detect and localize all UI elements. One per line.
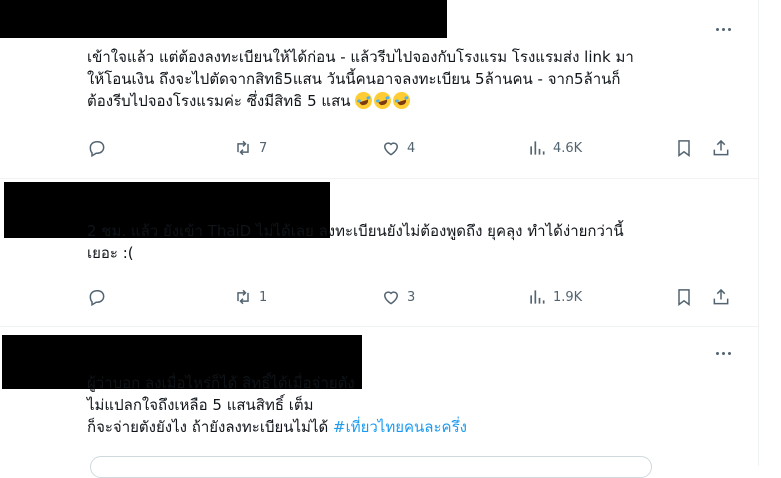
tweet-text-segment: ต้องรีบไปจองโรงแรมค่ะ ซึ่งมีสิทธิ 5 แสน [87,92,356,110]
more-horizontal-icon [715,351,719,355]
tweet-text: 2 ชม. แล้ว ยังเข้า ThaiD ไม่ได้เลย ลงทะเ… [87,220,737,264]
tweet-text: ผู้ว่าบอก ลงเมื่อไหร่ก็ได้ สิทธิ์ได้เมื่… [87,372,737,438]
views-bar-chart-icon [530,141,545,155]
like-count: 4 [407,140,416,156]
rolling-on-floor-laughing-emoji [372,89,394,112]
tweet-divider [0,326,758,327]
repost-icon [237,140,249,156]
tweet-text-line: ก็จะจ่ายตังยังไง ถ้ายังลงทะเบียนไม่ได้ #… [87,416,737,438]
quoted-content-card[interactable] [90,456,652,478]
more-horizontal-icon [715,27,719,31]
bookmark-button[interactable] [674,285,694,309]
tweet-text-line: ให้โอนเงิน ถึงจะไปตัดจากสิทธิ5แสน วันนี้… [87,70,621,88]
heart-icon [383,142,399,156]
share-icon [713,288,729,305]
more-options-button[interactable] [712,20,734,38]
rolling-on-floor-laughing-emoji [353,89,375,112]
more-dot [721,351,725,355]
tweet-actions: 7 4 4.6K [87,136,747,160]
tweet-text-line: เข้าใจแล้ว แต่ต้องลงทะเบียนให้ได้ก่อน - … [87,48,634,66]
reply-bubble-icon [89,141,105,158]
more-dot [727,27,731,31]
share-icon [713,139,729,156]
more-options-button[interactable] [712,344,734,362]
views-bar-chart-icon [530,290,545,304]
timeline-border [758,0,759,466]
tweet-text-line: ไม่แปลกใจถึงเหลือ 5 แสนสิทธิ์ เต็ม [87,396,314,414]
reply-button[interactable] [87,136,113,160]
redacted-user-header [0,0,447,38]
views-button[interactable]: 1.9K [527,285,582,309]
tweet-text-line: ผู้ว่าบอก ลงเมื่อไหร่ก็ได้ สิทธิ์ได้เมื่… [87,374,355,392]
views-button[interactable]: 4.6K [527,136,582,160]
repost-icon [237,289,249,305]
reply-bubble-icon [89,290,105,307]
views-count: 1.9K [553,289,583,305]
repost-button[interactable]: 7 [233,136,267,160]
bookmark-icon [678,140,690,157]
heart-icon [383,291,399,305]
tweet-text-line: ต้องรีบไปจองโรงแรมค่ะ ซึ่งมีสิทธิ 5 แสน [87,89,737,112]
views-count: 4.6K [553,140,583,156]
rolling-on-floor-laughing-emoji [391,89,413,112]
tweet-actions: 1 3 1.9K [87,285,747,309]
tweet-divider [0,178,758,179]
bookmark-button[interactable] [674,136,694,160]
more-dot [721,27,725,31]
more-dot [727,351,731,355]
like-button[interactable]: 4 [381,136,415,160]
share-button[interactable] [711,136,731,160]
share-button[interactable] [711,285,731,309]
bookmark-icon [678,289,690,306]
tweet-text-line: เยอะ :( [87,244,134,262]
repost-count: 1 [259,289,268,305]
hashtag-link[interactable]: #เที่ยวไทยคนละครึ่ง [333,418,467,436]
repost-count: 7 [259,140,268,156]
tweet-text-line: 2 ชม. แล้ว ยังเข้า ThaiD ไม่ได้เลย ลงทะเ… [87,222,624,240]
like-count: 3 [407,289,416,305]
repost-button[interactable]: 1 [233,285,267,309]
tweet-text: เข้าใจแล้ว แต่ต้องลงทะเบียนให้ได้ก่อน - … [87,46,737,112]
like-button[interactable]: 3 [381,285,415,309]
tweet-text-segment: ก็จะจ่ายตังยังไง ถ้ายังลงทะเบียนไม่ได้ [87,418,333,436]
reply-button[interactable] [87,285,113,309]
